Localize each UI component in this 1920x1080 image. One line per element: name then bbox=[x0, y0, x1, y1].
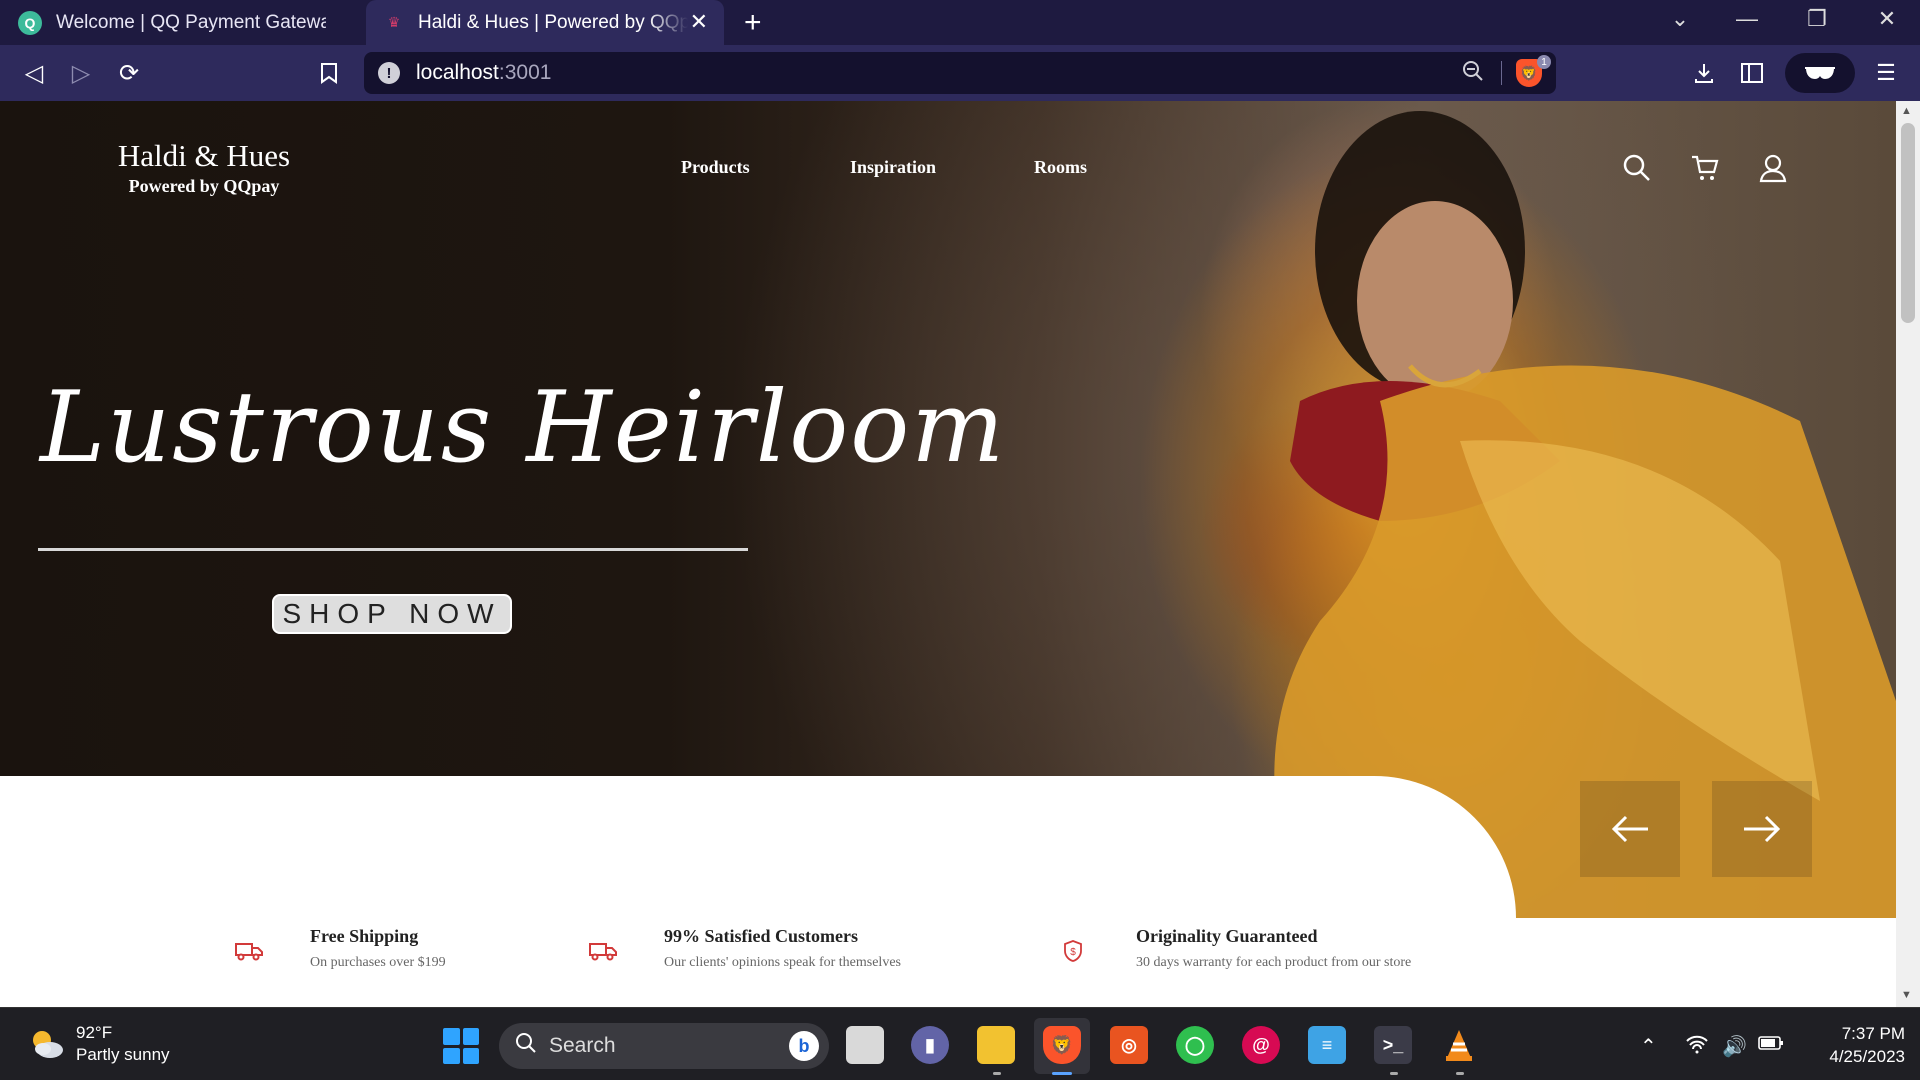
tab-haldi-hues[interactable]: ♛ Haldi & Hues | Powered by QQpay ✕ bbox=[366, 0, 724, 45]
notepad-icon[interactable]: ≡ bbox=[1308, 1026, 1346, 1064]
tab-search-chevron-icon[interactable]: ⌄ bbox=[1660, 6, 1700, 32]
address-bar[interactable]: ! localhost:3001 🦁 1 bbox=[364, 52, 1556, 94]
tab-welcome-qq[interactable]: Q Welcome | QQ Payment Gateway bbox=[0, 0, 362, 45]
taskbar-search-placeholder: Search bbox=[549, 1034, 616, 1057]
url-text: localhost:3001 bbox=[416, 61, 551, 85]
slider-next-button[interactable] bbox=[1712, 781, 1812, 877]
close-window-button[interactable]: ✕ bbox=[1867, 6, 1907, 32]
restore-button[interactable]: ❐ bbox=[1797, 6, 1837, 32]
weather-widget[interactable]: 92°F Partly sunny bbox=[26, 1022, 170, 1066]
battery-icon[interactable] bbox=[1758, 1034, 1784, 1057]
nav-products[interactable]: Products bbox=[681, 157, 750, 178]
close-tab-icon[interactable]: ✕ bbox=[690, 9, 708, 35]
haldi-hues-icon: ♛ bbox=[387, 14, 401, 30]
wifi-icon[interactable] bbox=[1685, 1034, 1709, 1060]
scroll-down-icon[interactable]: ▼ bbox=[1901, 989, 1912, 1001]
running-indicator bbox=[1390, 1072, 1398, 1075]
hamburger-menu-icon[interactable]: ☰ bbox=[1870, 57, 1902, 89]
page-scrollbar[interactable]: ▲ ▼ bbox=[1896, 101, 1920, 1007]
running-indicator bbox=[1456, 1072, 1464, 1075]
url-host: localhost bbox=[416, 61, 499, 84]
new-tab-button[interactable]: + bbox=[744, 6, 762, 40]
forward-button[interactable]: ▷ bbox=[65, 57, 97, 89]
bookmark-icon[interactable] bbox=[313, 57, 345, 89]
feature-title: 99% Satisfied Customers bbox=[664, 926, 858, 946]
bing-icon[interactable]: b bbox=[789, 1031, 819, 1061]
taskbar: 92°F Partly sunny Search b ▮ 🦁 ◎ ◯ @ ≡ >… bbox=[0, 1007, 1920, 1080]
debian-icon[interactable]: @ bbox=[1242, 1026, 1280, 1064]
brand-logo[interactable]: Haldi & Hues Powered by QQpay bbox=[104, 138, 304, 197]
feature-subtitle: On purchases over $199 bbox=[310, 955, 446, 970]
truck-icon bbox=[234, 940, 264, 962]
scroll-up-icon[interactable]: ▲ bbox=[1901, 105, 1912, 117]
ubuntu-icon[interactable]: ◎ bbox=[1110, 1026, 1148, 1064]
clock-time: 7:37 PM bbox=[1841, 1024, 1905, 1043]
qq-logo-icon: Q bbox=[18, 10, 42, 35]
tray-chevron-up-icon[interactable]: ⌃ bbox=[1640, 1034, 1657, 1059]
feature-subtitle: 30 days warranty for each product from o… bbox=[1136, 955, 1412, 970]
shield-dollar-icon: $ bbox=[1063, 940, 1093, 962]
hero-divider bbox=[38, 548, 748, 551]
feature-subtitle: Our clients' opinions speak for themselv… bbox=[664, 955, 901, 970]
reload-button[interactable]: ⟳ bbox=[113, 57, 145, 89]
user-icon[interactable] bbox=[1758, 153, 1788, 183]
sidebar-toggle-icon[interactable] bbox=[1736, 57, 1768, 89]
private-glasses-icon[interactable] bbox=[1785, 53, 1855, 93]
weather-condition: Partly sunny bbox=[76, 1045, 170, 1064]
browser-tab-bar: Q Welcome | QQ Payment Gateway ♛ Haldi &… bbox=[0, 0, 1920, 45]
windows-start-icon[interactable] bbox=[443, 1028, 479, 1064]
url-port: :3001 bbox=[498, 61, 552, 84]
running-indicator bbox=[993, 1072, 1001, 1075]
tab-title: Welcome | QQ Payment Gateway bbox=[56, 11, 326, 33]
browser-toolbar: ◁ ▷ ⟳ ! localhost:3001 🦁 1 ☰ bbox=[0, 45, 1920, 101]
active-indicator bbox=[1052, 1072, 1072, 1075]
brave-browser-icon[interactable]: 🦁 bbox=[1043, 1026, 1081, 1064]
search-icon[interactable] bbox=[1622, 153, 1652, 183]
site-info-icon[interactable]: ! bbox=[378, 62, 400, 84]
truck-icon bbox=[588, 940, 618, 962]
file-explorer-icon[interactable] bbox=[977, 1026, 1015, 1064]
hero-title: Lustrous Heirloom bbox=[40, 371, 1007, 485]
features-strip: Free Shipping On purchases over $199 99%… bbox=[0, 776, 1516, 970]
minimize-button[interactable]: — bbox=[1727, 6, 1767, 32]
feature-title: Originality Guaranteed bbox=[1136, 926, 1318, 946]
cart-icon[interactable] bbox=[1690, 153, 1720, 183]
slider-prev-button[interactable] bbox=[1580, 781, 1680, 877]
task-view-icon[interactable] bbox=[846, 1026, 884, 1064]
scroll-thumb[interactable] bbox=[1901, 123, 1915, 323]
vlc-icon[interactable] bbox=[1440, 1026, 1478, 1064]
volume-icon[interactable]: 🔊 bbox=[1722, 1034, 1747, 1059]
search-icon bbox=[515, 1032, 537, 1060]
whatsapp-icon[interactable]: ◯ bbox=[1176, 1026, 1214, 1064]
weather-temp: 92°F bbox=[76, 1023, 113, 1042]
page-viewport: Haldi & Hues Powered by QQpay Products I… bbox=[0, 101, 1896, 1007]
back-button[interactable]: ◁ bbox=[18, 57, 50, 89]
nav-inspiration[interactable]: Inspiration bbox=[850, 157, 936, 178]
feature-title: Free Shipping bbox=[310, 926, 419, 946]
brand-name: Haldi & Hues bbox=[117, 138, 291, 173]
brand-subtitle: Powered by QQpay bbox=[128, 176, 280, 196]
arrow-left-icon bbox=[1611, 815, 1648, 843]
terminal-preview-icon[interactable]: >_ bbox=[1374, 1026, 1412, 1064]
teams-chat-icon[interactable]: ▮ bbox=[911, 1026, 949, 1064]
address-bar-divider bbox=[1501, 61, 1502, 85]
system-clock[interactable]: 7:37 PM 4/25/2023 bbox=[1805, 1022, 1905, 1068]
download-icon[interactable] bbox=[1688, 57, 1720, 89]
partly-sunny-icon bbox=[26, 1024, 66, 1064]
nav-rooms[interactable]: Rooms bbox=[1034, 157, 1087, 178]
arrow-right-icon bbox=[1744, 815, 1781, 843]
svg-text:$: $ bbox=[1070, 947, 1076, 958]
shop-now-button[interactable]: SHOP NOW bbox=[272, 594, 512, 634]
shield-count-badge: 1 bbox=[1537, 55, 1551, 69]
clock-date: 4/25/2023 bbox=[1829, 1047, 1905, 1066]
zoom-icon[interactable] bbox=[1462, 60, 1484, 88]
tab-title: Haldi & Hues | Powered by QQpay bbox=[418, 11, 688, 33]
taskbar-search[interactable]: Search b bbox=[499, 1023, 829, 1069]
